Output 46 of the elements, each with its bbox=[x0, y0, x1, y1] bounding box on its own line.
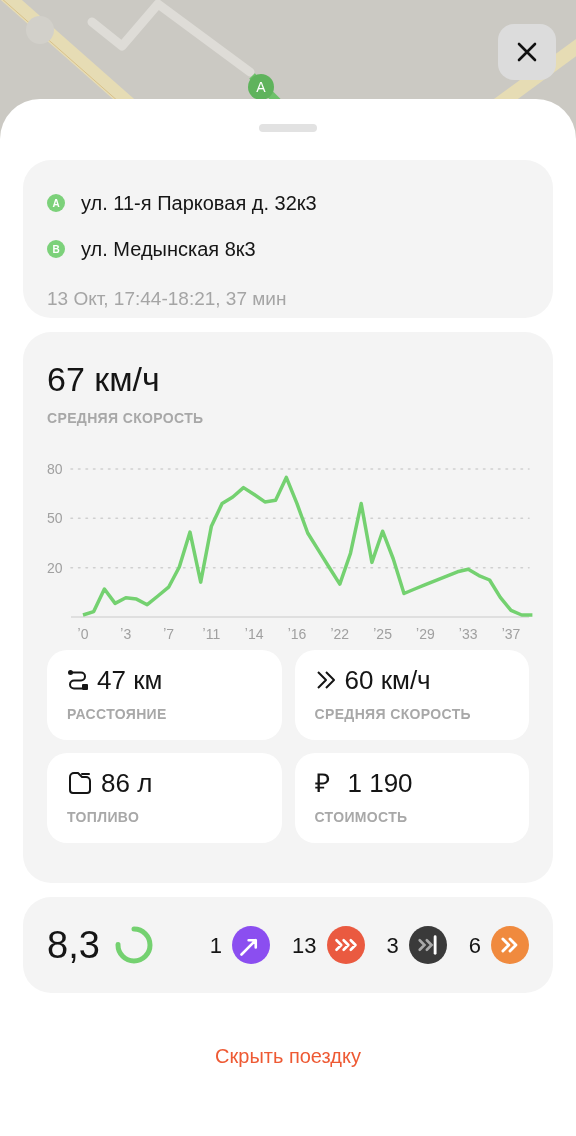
metric-value: 47 км bbox=[97, 663, 163, 697]
chevron-bar-icon[interactable] bbox=[408, 926, 447, 964]
trip-time: 13 Окт, 17:44-18:21, 37 мин bbox=[47, 287, 288, 311]
arrow-up-right-icon[interactable] bbox=[232, 926, 270, 964]
ruble-sign: ₽ bbox=[314, 766, 330, 800]
x-axis-label: ʼ3 bbox=[120, 626, 132, 642]
metric-label: РАССТОЯНИЕ bbox=[67, 705, 168, 724]
x-axis-label: ʼ7 bbox=[163, 626, 175, 642]
x-axis-label: ʼ33 bbox=[458, 626, 478, 642]
metric-label: ТОПЛИВО bbox=[67, 808, 141, 827]
metric-label: СРЕДНЯЯ СКОРОСТЬ bbox=[314, 705, 472, 724]
event-count: 3 bbox=[386, 931, 399, 960]
average-speed-label: СРЕДНЯЯ СКОРОСТЬ bbox=[47, 409, 205, 428]
x-axis-label: ʼ16 bbox=[287, 626, 307, 642]
address-text: ул. Медынская 8к3 bbox=[81, 237, 256, 262]
drag-handle[interactable] bbox=[259, 124, 317, 132]
x-axis-label: ʼ22 bbox=[330, 626, 350, 642]
event-count: 13 bbox=[292, 931, 317, 960]
score-value: 8,3 bbox=[47, 922, 100, 968]
address-text: ул. 11-я Парковая д. 32к3 bbox=[81, 191, 317, 216]
route-icon bbox=[67, 669, 89, 691]
x-axis-label: ʼ14 bbox=[244, 626, 264, 642]
average-speed-value: 67 км/ч bbox=[47, 362, 161, 396]
metric-value: 60 км/ч bbox=[344, 663, 431, 697]
x-axis-label: ʼ25 bbox=[373, 626, 392, 642]
event-count: 1 bbox=[209, 931, 222, 960]
metric-value: 86 л bbox=[101, 766, 153, 800]
y-axis-label: 80 bbox=[47, 461, 63, 477]
close-icon bbox=[517, 42, 537, 62]
y-axis-label: 20 bbox=[47, 559, 63, 576]
x-axis-label: ʼ11 bbox=[202, 626, 221, 642]
x-axis-label: ʼ29 bbox=[416, 626, 435, 642]
y-axis-label: 50 bbox=[47, 510, 63, 527]
x-axis-label: ʼ0 bbox=[77, 626, 89, 642]
event-count: 6 bbox=[468, 931, 481, 960]
double-chevron-icon[interactable] bbox=[491, 926, 529, 964]
waypoint-marker: A bbox=[47, 194, 65, 212]
metric-value: 1 190 bbox=[347, 766, 413, 800]
double-chevron-icon bbox=[314, 669, 337, 691]
close-button[interactable] bbox=[498, 24, 556, 80]
score-ring bbox=[113, 925, 154, 965]
hide-trip-link[interactable]: Скрыть поездку bbox=[215, 1041, 361, 1071]
x-axis-label: ʼ37 bbox=[501, 626, 521, 642]
triple-chevron-icon[interactable] bbox=[326, 926, 365, 964]
metric-label: СТОИМОСТЬ bbox=[314, 808, 409, 827]
waypoint-marker: B bbox=[47, 240, 65, 258]
